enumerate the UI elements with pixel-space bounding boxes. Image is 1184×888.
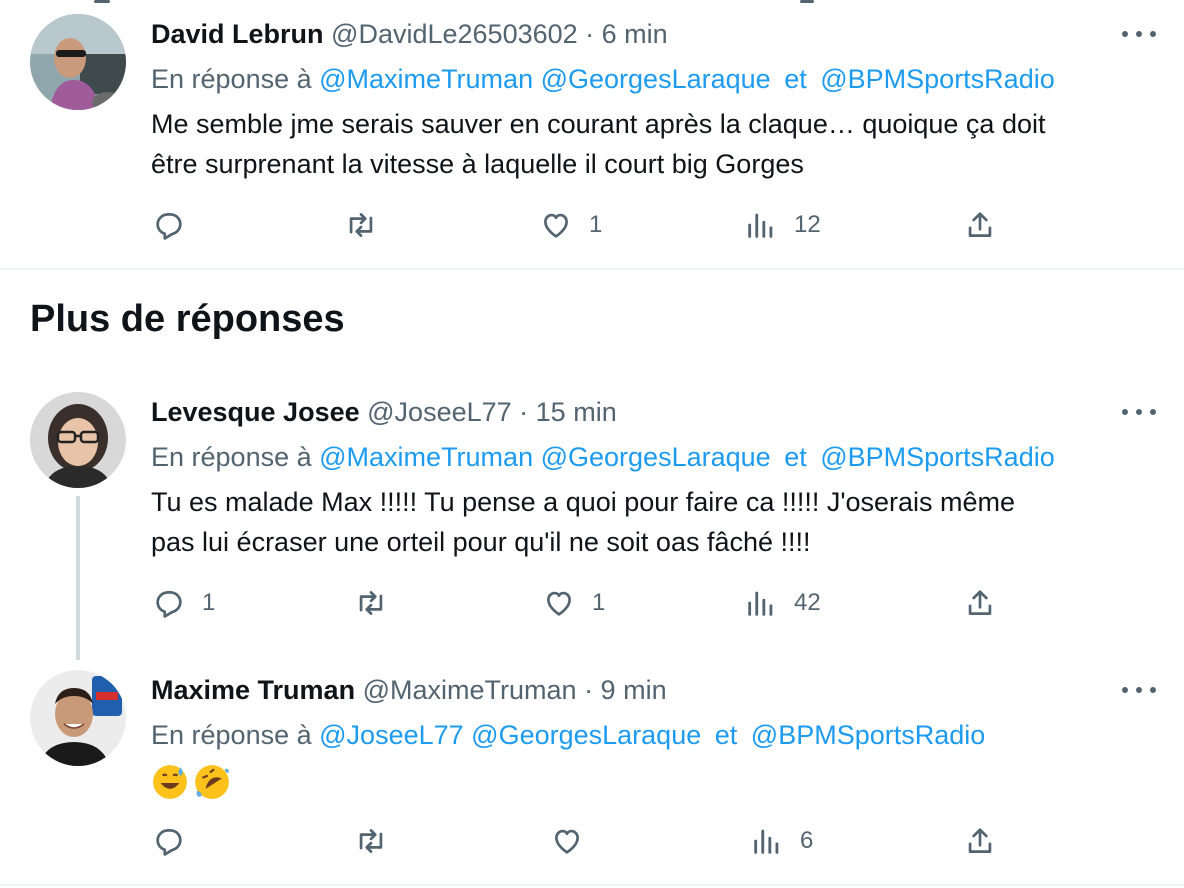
retweet-button[interactable]	[344, 208, 394, 242]
reply-context: En réponse à @MaximeTruman @GeorgesLaraq…	[151, 62, 1055, 96]
tweet-actions: 1 12	[0, 208, 1184, 248]
mention-link[interactable]: @MaximeTruman	[319, 64, 533, 94]
retweet-icon	[349, 213, 373, 237]
handle[interactable]: @DavidLe26503602	[331, 19, 578, 49]
like-icon	[544, 213, 568, 238]
share-button[interactable]	[963, 586, 997, 620]
share-icon	[968, 828, 992, 853]
tweet-text-line: être surprenant la vitesse à laquelle il…	[151, 149, 804, 179]
like-button[interactable]	[550, 824, 600, 858]
mention-link[interactable]: @GeorgesLaraque	[471, 720, 701, 750]
reply-prefix: En réponse à	[151, 720, 312, 750]
timestamp[interactable]: · 9 min	[584, 675, 667, 705]
view-count: 12	[794, 211, 821, 238]
reply-icon	[156, 829, 182, 856]
retweet-button[interactable]	[354, 824, 404, 858]
reply-context: En réponse à @MaximeTruman @GeorgesLaraq…	[151, 440, 1055, 474]
mention-link[interactable]: @JoseeL77	[319, 720, 464, 750]
reply-prefix: En réponse à	[151, 64, 312, 94]
tweet-header: Maxime Truman @MaximeTruman · 9 min	[151, 673, 667, 707]
like-button[interactable]: 1	[542, 586, 605, 620]
mention-link[interactable]: @BPMSportsRadio	[820, 64, 1055, 94]
emoji-group	[151, 763, 231, 801]
tweet-text: Tu es malade Max !!!!! Tu pense a quoi p…	[151, 482, 1151, 562]
tweet-actions: 1 1 42	[0, 586, 1184, 626]
more-icon[interactable]	[1122, 402, 1156, 422]
reply-icon	[156, 213, 182, 240]
share-icon	[968, 590, 992, 615]
mention-link[interactable]: @BPMSportsRadio	[751, 720, 986, 750]
tweet-text: Me semble jme serais sauver en courant a…	[151, 104, 1151, 184]
tweet-text-line: Tu es malade Max !!!!! Tu pense a quoi p…	[151, 487, 1016, 517]
reply-icon	[156, 591, 182, 618]
more-icon[interactable]	[1122, 24, 1156, 44]
views-icon	[754, 829, 779, 854]
avatar[interactable]	[30, 14, 126, 110]
views-icon	[748, 213, 773, 238]
views-button[interactable]: 12	[744, 208, 821, 242]
reply-button[interactable]: 1	[152, 586, 215, 620]
like-icon	[555, 829, 579, 854]
view-count: 42	[794, 589, 821, 616]
and-label[interactable]: et	[784, 64, 807, 94]
mention-link[interactable]: @GeorgesLaraque	[541, 442, 771, 472]
view-count: 6	[800, 827, 814, 854]
divider	[0, 268, 1184, 270]
reply-context: En réponse à @JoseeL77 @GeorgesLaraque e…	[151, 718, 985, 752]
divider	[0, 884, 1184, 886]
views-button[interactable]: 6	[750, 824, 813, 858]
tweet-header: Levesque Josee @JoseeL77 · 15 min	[151, 395, 617, 429]
avatar[interactable]	[30, 392, 126, 488]
retweet-icon	[359, 591, 383, 615]
display-name[interactable]: Levesque Josee	[151, 397, 360, 427]
share-button[interactable]	[963, 208, 997, 242]
mention-link[interactable]: @MaximeTruman	[319, 442, 533, 472]
display-name[interactable]: Maxime Truman	[151, 675, 355, 705]
like-icon	[547, 591, 571, 616]
handle[interactable]: @JoseeL77	[367, 397, 512, 427]
section-title: Plus de réponses	[30, 298, 345, 340]
thread-connector	[76, 496, 80, 660]
more-icon[interactable]	[1122, 680, 1156, 700]
and-label[interactable]: et	[715, 720, 738, 750]
tweet-actions: 6	[0, 824, 1184, 864]
grinning-face-with-sweat-icon	[153, 764, 187, 799]
share-icon	[968, 212, 992, 237]
mention-link[interactable]: @BPMSportsRadio	[820, 442, 1055, 472]
tweet-text	[151, 760, 1151, 801]
retweet-icon	[359, 829, 383, 853]
tweet-header: David Lebrun @DavidLe26503602 · 6 min	[151, 17, 668, 51]
like-button[interactable]: 1	[539, 208, 602, 242]
retweet-button[interactable]	[354, 586, 404, 620]
views-button[interactable]: 42	[744, 586, 821, 620]
views-icon	[748, 591, 773, 616]
clipped-previous-content	[0, 0, 1184, 6]
share-button[interactable]	[963, 824, 997, 858]
display-name[interactable]: David Lebrun	[151, 19, 324, 49]
reply-button[interactable]	[152, 824, 202, 858]
tweet-text-line: pas lui écraser une orteil pour qu'il ne…	[151, 527, 811, 557]
timestamp[interactable]: · 6 min	[585, 19, 668, 49]
reply-count: 1	[202, 589, 216, 616]
avatar[interactable]	[30, 670, 126, 766]
tweet-text-line: Me semble jme serais sauver en courant a…	[151, 109, 1046, 139]
reply-button[interactable]	[152, 208, 202, 242]
timestamp[interactable]: · 15 min	[519, 397, 617, 427]
reply-prefix: En réponse à	[151, 442, 312, 472]
like-count: 1	[589, 211, 603, 238]
and-label[interactable]: et	[784, 442, 807, 472]
rolling-on-the-floor-laughing-icon	[195, 764, 229, 799]
mention-link[interactable]: @GeorgesLaraque	[541, 64, 771, 94]
like-count: 1	[592, 589, 606, 616]
handle[interactable]: @MaximeTruman	[363, 675, 577, 705]
